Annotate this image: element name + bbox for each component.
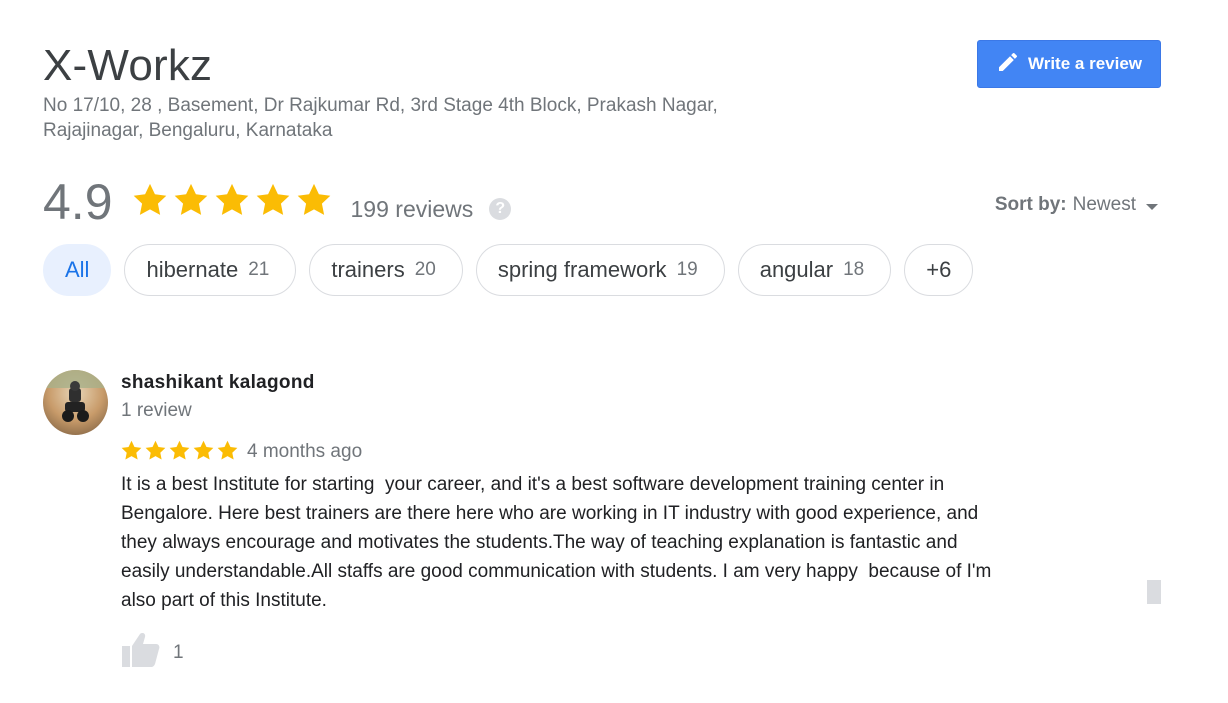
like-button[interactable]: 1	[121, 632, 184, 673]
place-address: No 17/10, 28 , Basement, Dr Rajkumar Rd,…	[43, 93, 843, 143]
chip-count: 20	[414, 259, 436, 280]
chip-count: 21	[248, 259, 270, 280]
caret-down-icon	[1146, 203, 1158, 210]
star-icon	[144, 439, 167, 467]
chip-angular[interactable]: angular 18	[737, 244, 892, 296]
chip-hibernate[interactable]: hibernate 21	[124, 244, 297, 296]
like-count: 1	[173, 641, 184, 663]
chip-more[interactable]: +6	[904, 244, 974, 296]
star-icon	[120, 439, 143, 467]
address-line-2: Rajajinagar, Bengaluru, Karnataka	[43, 120, 333, 141]
review-count[interactable]: 199 reviews	[351, 196, 474, 223]
chip-all[interactable]: All	[43, 244, 112, 296]
place-title: X-Workz	[43, 41, 213, 90]
star-icon	[192, 439, 215, 467]
sort-dropdown[interactable]: Sort by: Newest	[995, 194, 1158, 216]
review-time: 4 months ago	[247, 441, 363, 462]
thumbs-up-icon	[121, 632, 161, 673]
chip-label: All	[65, 257, 90, 282]
topic-chips: All hibernate 21 trainers 20 spring fram…	[43, 244, 974, 296]
star-icon	[131, 181, 169, 224]
chip-label: hibernate	[146, 257, 239, 282]
rating-stars	[131, 181, 333, 224]
avatar[interactable]	[43, 370, 108, 435]
star-icon	[295, 181, 333, 224]
star-icon	[168, 439, 191, 467]
star-icon	[213, 181, 251, 224]
star-icon	[216, 439, 239, 467]
pencil-icon	[996, 50, 1020, 79]
chip-count: 18	[843, 259, 865, 280]
star-icon	[254, 181, 292, 224]
rating-summary: 4.9 199 reviews ?	[43, 170, 512, 234]
chip-trainers[interactable]: trainers 20	[309, 244, 463, 296]
chip-label: trainers	[331, 257, 405, 282]
sort-label: Sort by:	[994, 194, 1067, 215]
rating-value: 4.9	[43, 174, 113, 230]
chip-count: 19	[676, 259, 698, 280]
reviewer-review-count: 1 review	[121, 400, 192, 421]
scrollbar-thumb[interactable]	[1147, 580, 1161, 604]
review-stars	[120, 439, 239, 467]
chip-spring-framework[interactable]: spring framework 19	[475, 244, 725, 296]
reviewer-name[interactable]: shashikant kalagond	[121, 372, 315, 394]
sort-value: Newest	[1072, 194, 1136, 215]
review-text: It is a best Institute for starting your…	[121, 474, 992, 611]
write-review-label: Write a review	[1027, 54, 1143, 73]
address-line-1: No 17/10, 28 , Basement, Dr Rajkumar Rd,…	[43, 95, 718, 116]
chip-label: +6	[926, 257, 952, 282]
chip-label: spring framework	[497, 257, 667, 282]
star-icon	[172, 181, 210, 224]
write-review-button[interactable]: Write a review	[977, 40, 1161, 88]
chip-label: angular	[759, 257, 834, 282]
help-icon[interactable]: ?	[489, 198, 512, 220]
